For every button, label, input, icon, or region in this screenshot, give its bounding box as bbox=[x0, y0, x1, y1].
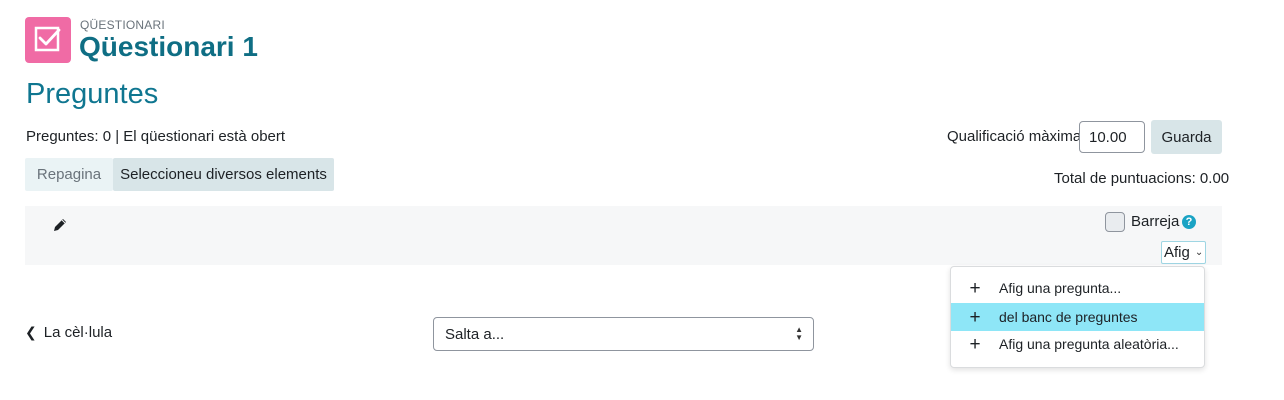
activity-type-label: QÜESTIONARI bbox=[80, 18, 165, 32]
menu-item-label: del banc de preguntes bbox=[999, 309, 1138, 325]
menu-item-from-question-bank[interactable]: + del banc de preguntes bbox=[951, 303, 1204, 331]
page-title: Qüestionari 1 bbox=[79, 31, 258, 62]
repaginate-button[interactable]: Repagina bbox=[25, 158, 113, 191]
save-button[interactable]: Guarda bbox=[1151, 120, 1222, 154]
quiz-summary: Preguntes: 0 | El qüestionari està obert bbox=[26, 128, 286, 145]
previous-activity-link[interactable]: ❮ La cèl·lula bbox=[25, 324, 112, 341]
shuffle-checkbox[interactable] bbox=[1105, 212, 1125, 232]
section-heading: Preguntes bbox=[26, 78, 159, 110]
chevron-down-icon: ⌄ bbox=[1194, 247, 1204, 258]
total-marks: Total de puntuacions: 0.00 bbox=[1054, 170, 1230, 187]
chevron-left-icon: ❮ bbox=[25, 324, 37, 340]
help-icon[interactable]: ? bbox=[1182, 215, 1196, 229]
select-arrows-icon: ▲ ▼ bbox=[795, 325, 803, 342]
section-header-band bbox=[25, 206, 1222, 265]
plus-icon: + bbox=[969, 277, 981, 299]
menu-item-add-random-question[interactable]: + Afig una pregunta aleatòria... bbox=[951, 330, 1204, 358]
menu-item-label: Afig una pregunta... bbox=[999, 280, 1122, 296]
checkbox-icon bbox=[34, 26, 61, 52]
jump-to-select[interactable]: Salta a... ▲ ▼ bbox=[433, 317, 814, 351]
menu-item-add-question[interactable]: + Afig una pregunta... bbox=[951, 274, 1204, 302]
plus-icon: + bbox=[969, 333, 981, 355]
max-grade-label: Qualificació màxima bbox=[947, 128, 1082, 145]
select-multiple-button[interactable]: Seleccioneu diversos elements bbox=[113, 158, 334, 191]
shuffle-label: Barreja bbox=[1131, 213, 1180, 230]
pencil-icon[interactable] bbox=[51, 216, 69, 234]
add-menu: + Afig una pregunta... + del banc de pre… bbox=[950, 266, 1205, 368]
quiz-activity-icon bbox=[25, 17, 71, 63]
add-label: Afig bbox=[1164, 244, 1190, 261]
menu-item-label: Afig una pregunta aleatòria... bbox=[999, 336, 1179, 352]
add-dropdown-toggle[interactable]: Afig ⌄ bbox=[1161, 241, 1206, 264]
previous-activity-label: La cèl·lula bbox=[43, 324, 113, 341]
max-grade-input[interactable] bbox=[1079, 121, 1145, 153]
jump-to-value: Salta a... bbox=[445, 325, 505, 343]
plus-icon: + bbox=[969, 306, 981, 328]
